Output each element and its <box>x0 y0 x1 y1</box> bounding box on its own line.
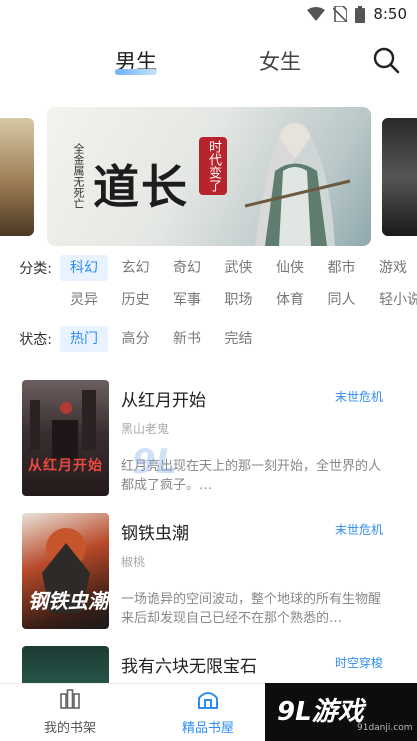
house-icon <box>198 692 218 709</box>
book-author: 椒桃 <box>121 555 146 569</box>
banner-subtitle: 全金属无死亡 <box>72 143 85 209</box>
category-chip[interactable]: 体育 <box>266 287 314 313</box>
cover-title: 从红月开始 <box>28 458 103 474</box>
book-cover[interactable]: 从红月开始 <box>22 380 109 496</box>
battery-icon <box>355 5 366 23</box>
banner-title: 道长 <box>93 160 189 214</box>
status-icons: 8:50 <box>307 5 407 23</box>
category-chip[interactable]: 历史 <box>112 287 160 313</box>
status-chip[interactable]: 高分 <box>112 326 160 352</box>
tab-active-indicator <box>115 69 157 75</box>
search-icon[interactable] <box>372 46 400 74</box>
banner-stamp: 时代变了 <box>199 137 227 195</box>
nav-label: 精品书屋 <box>181 721 234 736</box>
status-time: 8:50 <box>373 5 407 23</box>
category-row-2: 灵异 历史 军事 职场 体育 同人 轻小说 <box>0 287 417 313</box>
book-cover[interactable]: 钢铁虫潮 <box>22 513 109 629</box>
watermark-logo: 9L游戏 <box>277 697 364 727</box>
tab-female[interactable]: 女生 <box>259 46 301 76</box>
status-chip[interactable]: 完结 <box>215 326 263 352</box>
top-gender-tabs: 男生 女生 <box>0 40 417 82</box>
status-chip[interactable]: 热门 <box>60 326 108 352</box>
book-title[interactable]: 钢铁虫潮 <box>121 519 189 544</box>
cover-art <box>30 390 96 460</box>
nav-bookstore[interactable]: 精品书屋 <box>148 684 268 741</box>
status-chip[interactable]: 新书 <box>163 326 211 352</box>
banner-prev-slide[interactable] <box>0 118 34 236</box>
watermark-overlay: 9L <box>132 442 178 482</box>
banner-slide[interactable]: 全金属无死亡 道长 时代变了 <box>47 107 371 246</box>
bookshelf-icon <box>60 689 80 709</box>
watermark-url: 91danji.com <box>357 723 413 733</box>
banner-next-slide[interactable] <box>382 118 417 236</box>
book-genre-tag[interactable]: 时空穿梭 <box>335 654 383 671</box>
status-bar: 8:50 <box>0 0 417 30</box>
category-chip[interactable]: 同人 <box>318 287 366 313</box>
banner-figure-image <box>244 123 351 246</box>
cover-title: 钢铁虫潮 <box>28 589 108 613</box>
book-genre-tag[interactable]: 末世危机 <box>335 388 383 405</box>
book-title[interactable]: 我有六块无限宝石 <box>121 652 257 677</box>
book-title[interactable]: 从红月开始 <box>121 386 206 411</box>
status-row: 状态: 热门 高分 新书 完结 <box>0 326 266 352</box>
category-chip[interactable]: 轻小说 <box>369 287 417 313</box>
category-chip[interactable]: 武侠 <box>215 255 263 281</box>
book-list-item[interactable]: 钢铁虫潮 钢铁虫潮 末世危机 椒桃 一场诡异的空间波动，整个地球的所有生物醒来后… <box>0 513 417 633</box>
category-chip[interactable]: 玄幻 <box>112 255 160 281</box>
watermark: 9L游戏 91danji.com <box>265 683 417 741</box>
category-chip[interactable]: 职场 <box>215 287 263 313</box>
category-chip[interactable]: 奇幻 <box>163 255 211 281</box>
category-chip[interactable]: 科幻 <box>60 255 108 281</box>
nav-bookshelf[interactable]: 我的书架 <box>10 684 130 741</box>
category-chip[interactable]: 都市 <box>318 255 366 281</box>
category-row-1: 分类: 科幻 玄幻 奇幻 武侠 仙侠 都市 游戏 <box>0 255 417 281</box>
book-author: 黑山老鬼 <box>121 422 170 436</box>
category-chip[interactable]: 灵异 <box>60 287 108 313</box>
nav-label: 我的书架 <box>43 721 96 736</box>
wifi-icon <box>307 7 326 21</box>
book-list-item[interactable]: 从红月开始 从红月开始 末世危机 黑山老鬼 红月亮出现在天上的那一刻开始，全世界… <box>0 380 417 500</box>
book-genre-tag[interactable]: 末世危机 <box>335 521 383 538</box>
category-label: 分类: <box>19 261 52 277</box>
category-chip[interactable]: 游戏 <box>369 255 417 281</box>
book-description: 一场诡异的空间波动，整个地球的所有生物醒来后却发现自己已经不在那个熟悉的… <box>121 592 382 626</box>
status-label: 状态: <box>19 332 52 348</box>
no-sim-icon <box>333 6 348 22</box>
category-chip[interactable]: 军事 <box>163 287 211 313</box>
category-chip[interactable]: 仙侠 <box>266 255 314 281</box>
